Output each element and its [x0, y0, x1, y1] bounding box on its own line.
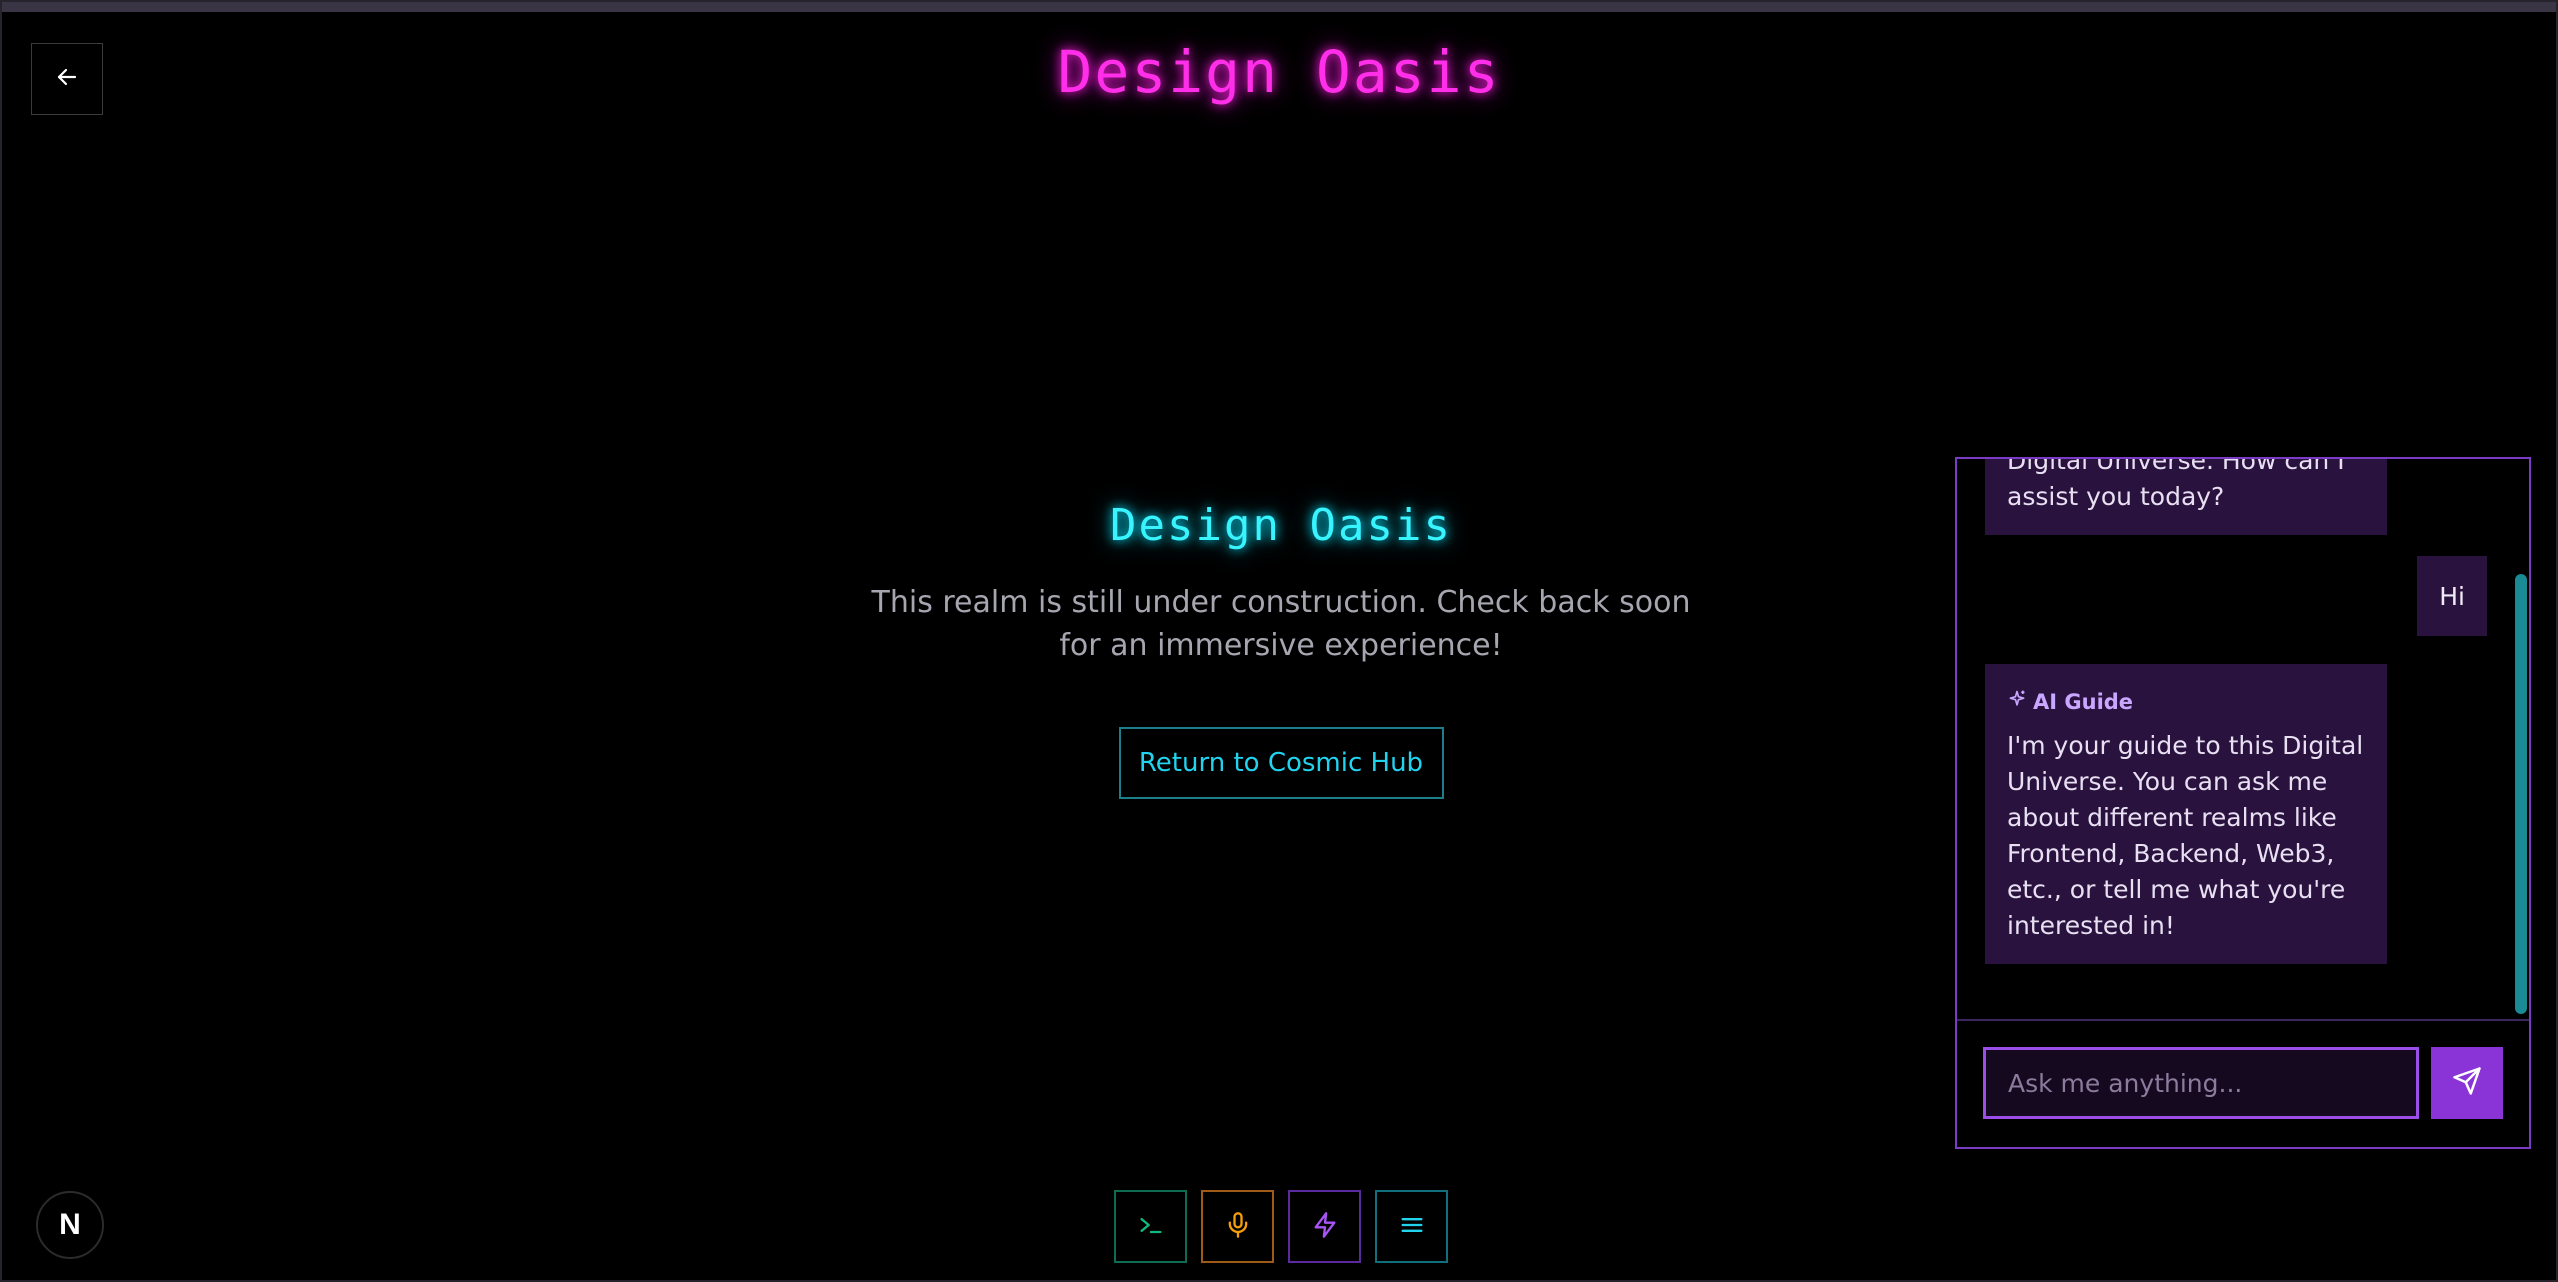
ai-message: Digital Universe. How can I assist you t…: [1985, 459, 2387, 535]
window-top-strip: [2, 2, 2556, 12]
chat-input[interactable]: [1983, 1047, 2419, 1119]
menu-button[interactable]: [1375, 1190, 1448, 1263]
menu-icon: [1398, 1211, 1426, 1243]
realm-description: This realm is still under construction. …: [871, 585, 1691, 663]
page: Design Oasis Design Oasis This realm is …: [0, 0, 2558, 1282]
realm-title: Design Oasis: [1110, 500, 1452, 551]
send-button[interactable]: [2431, 1047, 2503, 1119]
chat-messages[interactable]: Digital Universe. How can I assist you t…: [1957, 459, 2529, 1019]
terminal-button[interactable]: [1114, 1190, 1187, 1263]
return-to-hub-button[interactable]: Return to Cosmic Hub: [1118, 727, 1444, 799]
message-text: Digital Universe. How can I assist you t…: [2007, 459, 2345, 511]
ai-guide-label-text: AI Guide: [2033, 690, 2134, 714]
message-text: Hi: [2439, 581, 2465, 611]
message-text: I'm your guide to this Digital Universe.…: [2007, 731, 2364, 940]
lightning-button[interactable]: [1288, 1190, 1361, 1263]
chat-scrollbar[interactable]: [2515, 574, 2527, 1014]
lightning-icon: [1311, 1211, 1339, 1243]
page-title: Design Oasis: [1057, 38, 1501, 106]
microphone-icon: [1224, 1211, 1252, 1243]
microphone-button[interactable]: [1201, 1190, 1274, 1263]
terminal-icon: [1137, 1211, 1165, 1243]
ai-guide-label: AI Guide: [2007, 684, 2365, 720]
bottom-dock: [1114, 1190, 1448, 1263]
user-message: Hi: [2417, 556, 2487, 636]
chat-panel: Digital Universe. How can I assist you t…: [1955, 457, 2531, 1149]
nextjs-badge[interactable]: N: [36, 1191, 104, 1259]
nextjs-logo-icon: N: [59, 1208, 81, 1241]
ai-message: AI Guide I'm your guide to this Digital …: [1985, 664, 2387, 964]
chat-divider: [1957, 1019, 2529, 1021]
sparkles-icon: [2007, 684, 2027, 720]
send-icon: [2452, 1066, 2482, 1100]
